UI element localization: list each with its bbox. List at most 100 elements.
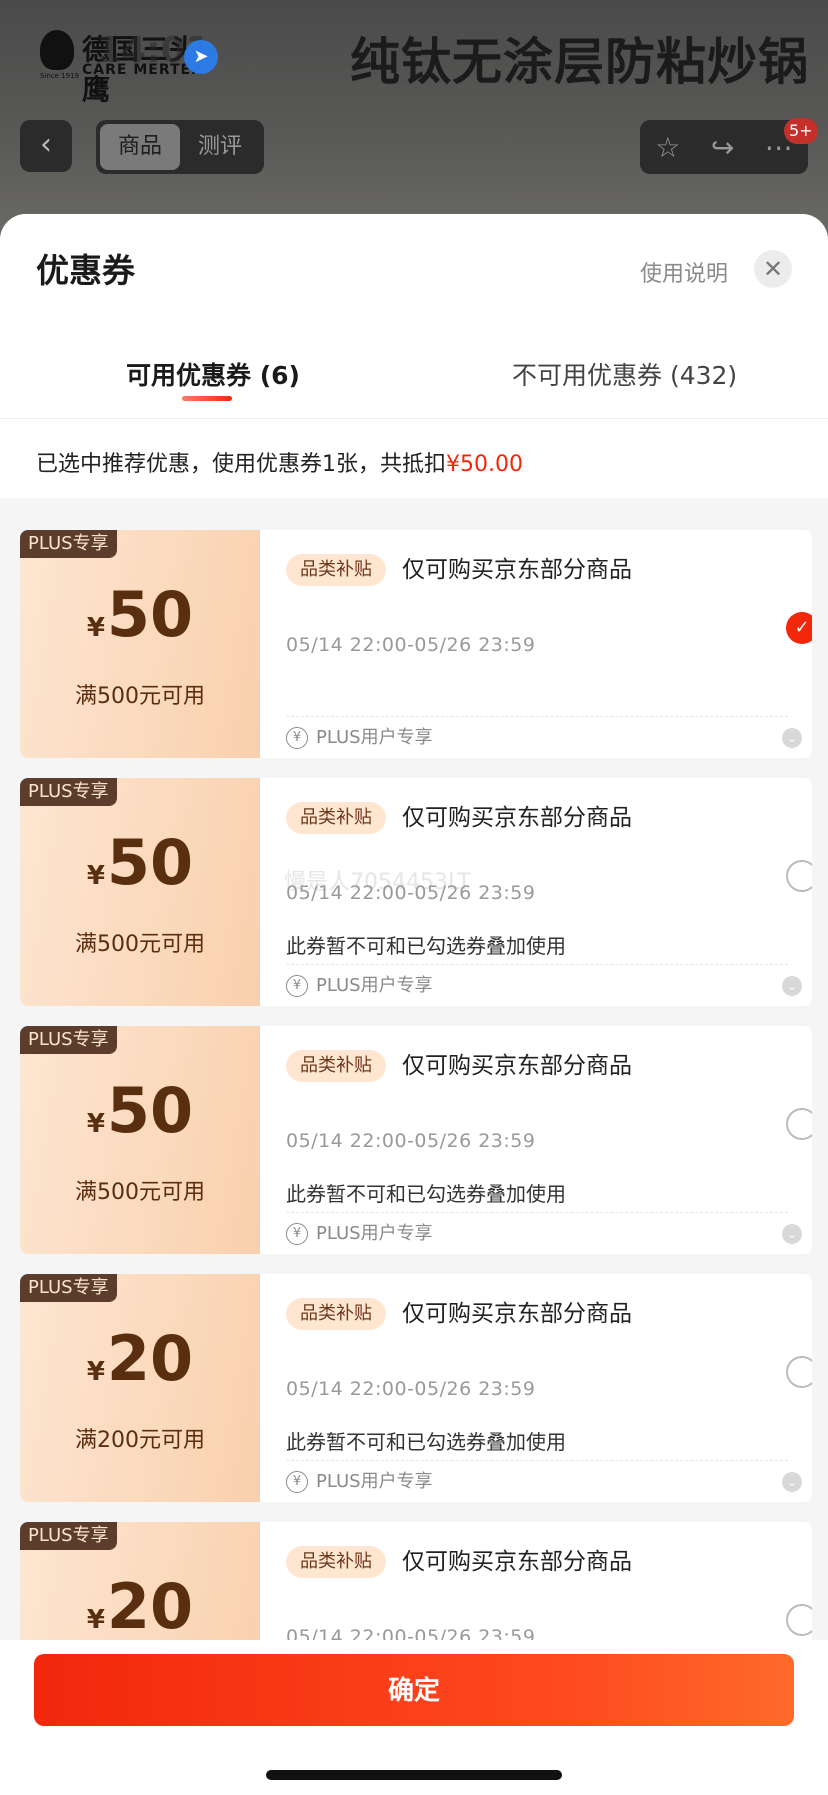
coupon-condition: 满200元可用 [75,1428,205,1453]
divider [0,418,828,419]
message-badge: 5+ [784,118,818,144]
plus-user-label: PLUS用户专享 [316,1471,433,1492]
category-tag: 品类补贴 [286,802,386,834]
home-indicator [266,1770,562,1780]
coupon-card[interactable]: PLUS专享 ¥50 满500元可用 慢是人7054453LT 品类补贴 仅可购… [20,778,812,1006]
coupon-card[interactable]: PLUS专享 ¥20 满200元可用 品类补贴 仅可购买京东部分商品 05/14… [20,1274,812,1502]
plus-exclusive-tag: PLUS专享 [20,778,117,806]
plus-exclusive-tag: PLUS专享 [20,1274,117,1302]
category-tag: 品类补贴 [286,1298,386,1330]
coupon-scope: 仅可购买京东部分商品 [402,805,632,831]
tab-available-coupons[interactable]: 可用优惠券 (6) [126,356,300,392]
coupon-value-panel: PLUS专享 ¥20 满200元可用 [20,1274,260,1502]
coupon-checkbox[interactable] [786,1356,812,1388]
coupon-card[interactable]: PLUS专享 ¥50 满500元可用 品类补贴 仅可购买京东部分商品 05/14… [20,1026,812,1254]
back-button[interactable]: ‹ [20,120,72,172]
coupon-value: ¥50 [20,578,260,651]
coupon-value-panel: PLUS专享 ¥50 满500元可用 [20,778,260,1006]
chevron-down-icon[interactable]: ⌄ [782,1224,802,1244]
coupon-scope: 仅可购买京东部分商品 [402,1549,632,1575]
yen-sign: ¥ [86,1109,105,1139]
coupon-scope: 仅可购买京东部分商品 [402,557,632,583]
tab-review[interactable]: 测评 [180,124,260,170]
yen-circle-icon: ¥ [286,1471,308,1493]
coupon-value: ¥20 [20,1570,260,1643]
chevron-down-icon[interactable]: ⌄ [782,1472,802,1492]
yen-sign: ¥ [86,1357,105,1387]
coupon-stacking-note: 此券暂不可和已勾选券叠加使用 [286,1430,566,1454]
coupon-value-panel: PLUS专享 ¥50 满500元可用 [20,1026,260,1254]
yen-circle-icon: ¥ [286,1223,308,1245]
yen-sign: ¥ [86,861,105,891]
coupon-details: 品类补贴 仅可购买京东部分商品 05/14 22:00-05/26 23:59 … [260,1274,812,1502]
chevron-down-icon[interactable]: ⌄ [782,976,802,996]
product-title: 纯钛无涂层防粘炒锅 [350,33,809,91]
coupon-validity: 05/14 22:00-05/26 23:59 [286,1378,536,1400]
coupon-condition: 满500元可用 [75,684,205,709]
coupon-checkbox[interactable] [786,860,812,892]
plus-user-label: PLUS用户专享 [316,1223,433,1244]
coupon-condition: 满500元可用 [75,1180,205,1205]
plus-user-label: PLUS用户专享 [316,975,433,996]
plus-user-info: ¥ PLUS用户专享 [286,1470,433,1494]
category-tag: 品类补贴 [286,1546,386,1578]
coupon-stacking-note: 此券暂不可和已勾选券叠加使用 [286,934,566,958]
category-tag: 品类补贴 [286,554,386,586]
coupon-condition: 满500元可用 [75,932,205,957]
summary-text: 已选中推荐优惠，使用优惠券1张，共抵扣 [36,452,446,477]
selection-summary: 已选中推荐优惠，使用优惠券1张，共抵扣¥50.00 [36,446,523,478]
coupon-details: 慢是人7054453LT 品类补贴 仅可购买京东部分商品 05/14 22:00… [260,778,812,1006]
chevron-down-icon[interactable]: ⌄ [782,728,802,748]
coupon-checkbox[interactable] [786,1108,812,1140]
usage-help-link[interactable]: 使用说明 [640,256,728,288]
coupon-value: ¥50 [20,1074,260,1147]
tab-unavailable-coupons[interactable]: 不可用优惠券 (432) [512,356,737,392]
coupon-details: 品类补贴 仅可购买京东部分商品 05/14 22:00-05/26 23:59 … [260,1026,812,1254]
coupon-scope: 仅可购买京东部分商品 [402,1301,632,1327]
coupon-amount: 50 [106,826,194,899]
favorite-star-icon[interactable]: ☆ [655,131,680,164]
coupon-value-panel: PLUS专享 ¥50 满500元可用 [20,530,260,758]
coupon-value: ¥20 [20,1322,260,1395]
share-icon[interactable]: ↪ [711,131,734,164]
coupon-sheet: 优惠券 使用说明 ✕ 可用优惠券 (6) 不可用优惠券 (432) 已选中推荐优… [0,214,828,1795]
dashed-divider [286,716,788,717]
confirm-button[interactable]: 确定 [34,1654,794,1726]
sheet-footer: 确定 [0,1640,828,1795]
yen-circle-icon: ¥ [286,727,308,749]
plus-user-info: ¥ PLUS用户专享 [286,1222,433,1246]
coupon-checkbox-checked[interactable]: ✓ [786,612,812,644]
sheet-header: 优惠券 使用说明 ✕ 可用优惠券 (6) 不可用优惠券 (432) 已选中推荐优… [0,214,828,498]
product-page-header: 德国三头鹰 CARE MERTEN Since 1919 14:01 ➤ 纯钛无… [0,0,828,240]
active-tab-indicator [182,396,232,401]
coupon-stacking-note: 此券暂不可和已勾选券叠加使用 [286,1182,566,1206]
coupon-validity: 05/14 22:00-05/26 23:59 [286,882,536,904]
header-actions: ☆ ↪ ⋯ [640,120,808,174]
dashed-divider [286,1212,788,1213]
plus-user-label: PLUS用户专享 [316,727,433,748]
coupon-amount: 50 [106,578,194,651]
coupon-amount: 20 [106,1570,194,1643]
close-icon[interactable]: ✕ [754,250,792,288]
category-tag: 品类补贴 [286,1050,386,1082]
dashed-divider [286,1460,788,1461]
plus-user-info: ¥ PLUS用户专享 [286,974,433,998]
coupon-scope: 仅可购买京东部分商品 [402,1053,632,1079]
coupon-amount: 20 [106,1322,194,1395]
yen-sign: ¥ [86,613,105,643]
coupon-details: 品类补贴 仅可购买京东部分商品 05/14 22:00-05/26 23:59 … [260,530,812,758]
coupon-checkbox[interactable] [786,1604,812,1636]
plus-exclusive-tag: PLUS专享 [20,530,117,558]
yen-sign: ¥ [86,1605,105,1635]
coupon-validity: 05/14 22:00-05/26 23:59 [286,634,536,656]
plus-user-info: ¥ PLUS用户专享 [286,726,433,750]
location-arrow-icon: ➤ [184,40,218,74]
coupon-validity: 05/14 22:00-05/26 23:59 [286,1130,536,1152]
tab-product[interactable]: 商品 [100,124,180,170]
page-tabs: 商品 测评 [96,120,264,174]
coupon-amount: 50 [106,1074,194,1147]
yen-circle-icon: ¥ [286,975,308,997]
coupon-value: ¥50 [20,826,260,899]
coupon-card[interactable]: PLUS专享 ¥50 满500元可用 品类补贴 仅可购买京东部分商品 05/14… [20,530,812,758]
sheet-title: 优惠券 [36,251,135,290]
